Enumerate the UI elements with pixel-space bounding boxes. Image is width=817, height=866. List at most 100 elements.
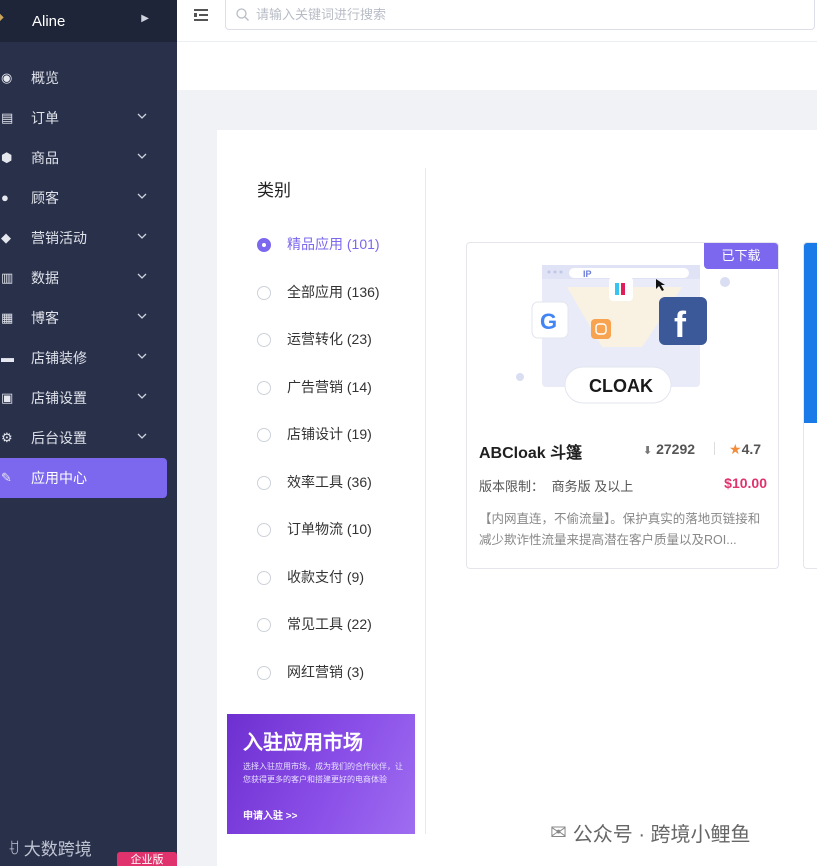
footer-watermark: ✉ 公众号 · 跨境小鲤鱼	[550, 818, 751, 847]
category-radio[interactable]	[257, 570, 271, 585]
partner-banner[interactable]: 入驻应用市场 选择入驻应用市场，成为我们的合作伙伴，让您获得更多的客户和搭建更好…	[227, 714, 415, 834]
sidebar-item-label: 商品	[31, 150, 59, 166]
category-label: 精品应用 (101)	[287, 236, 380, 252]
sidebar-item-6[interactable]: ▦ 博客	[0, 298, 177, 338]
chevron-down-icon	[137, 153, 147, 159]
version-limit-value: 商务版 及以上	[551, 479, 634, 494]
sidebar-item-label: 博客	[31, 310, 59, 326]
customer-icon: ●	[1, 190, 9, 205]
category-item[interactable]: 收款支付 (9)	[257, 567, 380, 615]
app-card[interactable]: IP G f CLOAK 已下载 ABCloak 斗篷 ⬇ 27292 ★4.7	[466, 242, 779, 569]
category-item[interactable]: 广告营销 (14)	[257, 377, 380, 425]
search-box[interactable]	[225, 0, 815, 30]
category-item[interactable]: 订单物流 (10)	[257, 519, 380, 567]
sidebar-item-label: 订单	[31, 110, 59, 126]
sidebar-item-0[interactable]: ◉ 概览	[0, 58, 177, 98]
app-description: 【内网直连，不偷流量】。保护真实的落地页链接和减少欺诈性流量来提高潜在客户质量以…	[479, 512, 761, 547]
svg-text:CLOAK: CLOAK	[589, 376, 653, 396]
category-radio[interactable]	[257, 238, 271, 252]
category-list: 精品应用 (101) 全部应用 (136) 运营转化 (23) 广告营销 (14) 店铺…	[257, 234, 380, 709]
category-radio[interactable]	[257, 665, 271, 680]
sidebar: ◆ Aline ▶ ◉ 概览 ▤ 订单 ⬢ 商品 ● 顾客 ◆ 营销活动 ▥ 数据 ▦ 博客 ▬ 店铺装修 ▣ 店…	[0, 0, 177, 866]
version-limit-label: 版本限制：	[479, 479, 545, 494]
bottom-logo-text: 大数跨境	[23, 840, 92, 859]
category-radio[interactable]	[257, 333, 271, 347]
category-item[interactable]: 效率工具 (36)	[257, 472, 380, 520]
sidebar-item-label: 概览	[31, 70, 59, 86]
menu-toggle-icon[interactable]	[194, 8, 208, 22]
bar-chart-icon: ▥	[1, 270, 14, 285]
banner-subtitle: 选择入驻应用市场，成为我们的合作伙伴，让您获得更多的客户和搭建更好的电商体验	[243, 762, 403, 784]
chevron-down-icon	[137, 393, 147, 399]
store-logo-icon: ◆	[0, 12, 4, 23]
search-input[interactable]	[256, 7, 814, 22]
tag-icon: ◆	[1, 230, 11, 245]
download-count-value: 27292	[656, 441, 696, 457]
category-radio[interactable]	[257, 618, 271, 632]
caret-right-icon: ▶	[141, 13, 149, 24]
watermark-text: 公众号 · 跨境小鲤鱼	[572, 824, 751, 846]
sidebar-item-3[interactable]: ● 顾客	[0, 178, 177, 218]
store-switcher[interactable]: ◆ Aline ▶	[0, 0, 177, 42]
download-icon: ⬇	[643, 445, 653, 457]
blog-icon: ▦	[1, 310, 14, 325]
chevron-down-icon	[137, 313, 147, 319]
dashboard-icon: ◉	[1, 70, 13, 85]
sidebar-item-label: 店铺设置	[31, 390, 87, 406]
category-label: 运营转化 (23)	[287, 331, 372, 347]
sidebar-item-1[interactable]: ▤ 订单	[0, 98, 177, 138]
apply-link[interactable]: 申请入驻 >>	[243, 807, 297, 822]
star-icon: ★	[729, 441, 742, 457]
sidebar-item-label: 店铺装修	[31, 350, 87, 366]
header-divider	[177, 41, 817, 42]
rating: ★4.7	[729, 441, 761, 458]
sidebar-item-10[interactable]: ✎ 应用中心	[0, 458, 167, 498]
category-label: 广告营销 (14)	[287, 378, 372, 395]
wechat-icon: ✉	[550, 822, 567, 844]
app-card-next[interactable]	[803, 242, 817, 569]
category-radio[interactable]	[257, 523, 271, 537]
category-radio[interactable]	[257, 428, 271, 442]
category-item[interactable]: 运营转化 (23)	[257, 329, 380, 377]
category-item[interactable]: 精品应用 (101)	[257, 234, 380, 282]
chevron-down-icon	[137, 433, 147, 439]
category-radio[interactable]	[257, 475, 271, 490]
sidebar-item-2[interactable]: ⬢ 商品	[0, 138, 177, 178]
category-item[interactable]: 店铺设计 (19)	[257, 424, 380, 472]
category-label: 订单物流 (10)	[287, 521, 372, 537]
rating-value: 4.7	[741, 441, 762, 457]
category-item[interactable]: 网红营销 (3)	[257, 662, 380, 710]
category-radio[interactable]	[257, 285, 271, 300]
app-price: $10.00	[724, 475, 767, 491]
category-radio[interactable]	[257, 380, 271, 395]
admin-settings-icon: ⚙	[1, 430, 13, 445]
sidebar-item-label: 营销活动	[31, 230, 87, 246]
stats-separator	[714, 442, 715, 455]
category-label: 常见工具 (22)	[287, 616, 372, 632]
category-label: 网红营销 (3)	[287, 663, 364, 680]
sidebar-item-5[interactable]: ▥ 数据	[0, 258, 177, 298]
sidebar-item-4[interactable]: ◆ 营销活动	[0, 218, 177, 258]
sidebar-menu: ◉ 概览 ▤ 订单 ⬢ 商品 ● 顾客 ◆ 营销活动 ▥ 数据 ▦ 博客 ▬ 店铺装修 ▣ 店铺设置 ⚙ 后台设置 ✎ 应…	[0, 58, 177, 498]
category-item[interactable]: 全部应用 (136)	[257, 282, 380, 330]
sidebar-item-label: 应用中心	[31, 470, 87, 486]
category-label: 店铺设计 (19)	[287, 426, 372, 442]
order-icon: ▤	[1, 110, 14, 125]
search-icon	[236, 8, 249, 21]
category-item[interactable]: 常见工具 (22)	[257, 614, 380, 662]
bottom-logo: ꀀ 大数跨境	[8, 835, 92, 860]
sidebar-item-8[interactable]: ▣ 店铺设置	[0, 378, 177, 418]
svg-text:G: G	[540, 309, 557, 334]
svg-text:IP: IP	[583, 269, 592, 279]
svg-text:f: f	[674, 304, 687, 345]
download-count: ⬇ 27292	[643, 441, 695, 457]
category-label: 效率工具 (36)	[287, 473, 372, 490]
store-settings-icon: ▣	[1, 390, 14, 405]
sidebar-item-7[interactable]: ▬ 店铺装修	[0, 338, 177, 378]
sidebar-item-9[interactable]: ⚙ 后台设置	[0, 418, 177, 458]
app-artwork: IP G f CLOAK	[516, 265, 730, 404]
app-name: ABCloak 斗篷	[479, 445, 583, 462]
category-title: 类别	[257, 181, 291, 200]
brand-logo-icon: ꀀ	[8, 840, 20, 858]
top-bar	[177, 0, 817, 90]
